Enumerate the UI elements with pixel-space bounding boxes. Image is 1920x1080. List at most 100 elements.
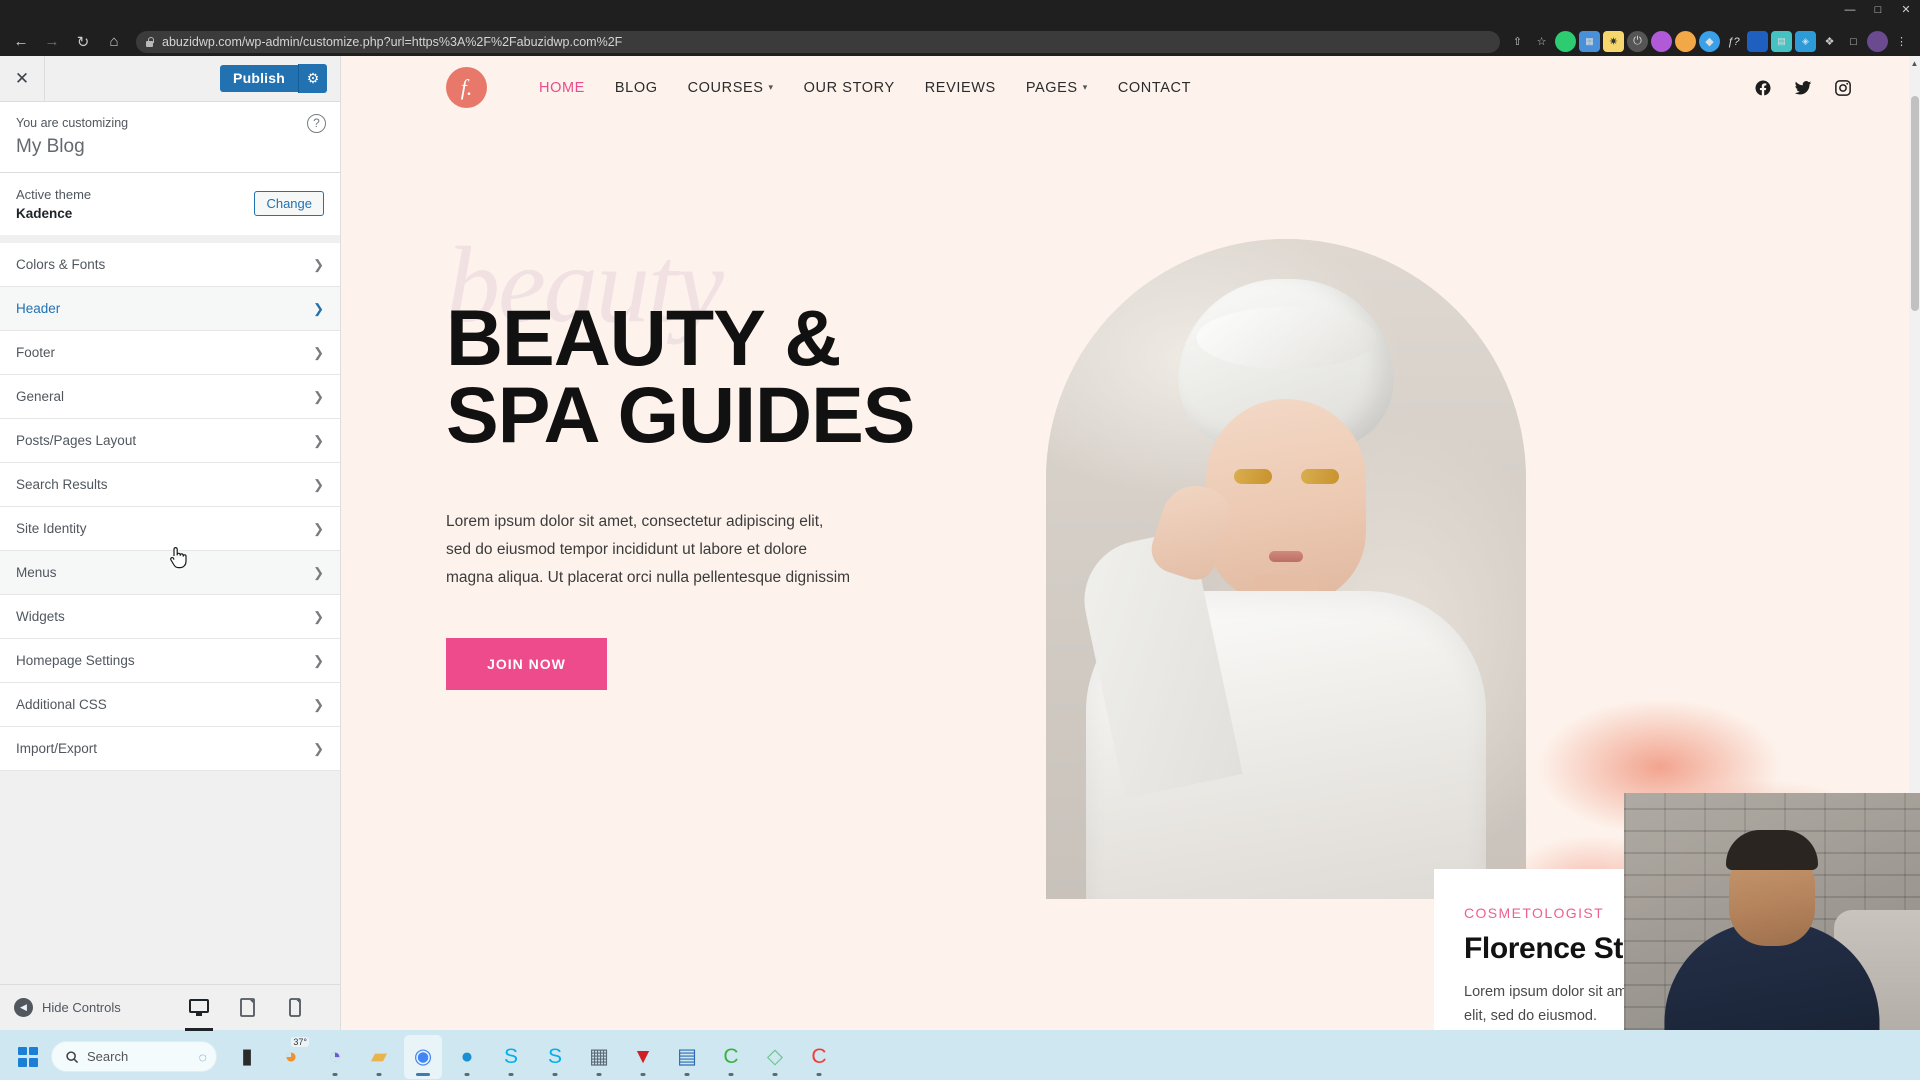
close-customizer-button[interactable]: ✕ xyxy=(0,56,45,101)
panel-item-widgets[interactable]: Widgets ❯ xyxy=(0,595,340,639)
extension-icon-5[interactable] xyxy=(1651,31,1672,52)
taskbar-edge-icon[interactable]: ● xyxy=(448,1035,486,1079)
publish-button[interactable]: Publish xyxy=(220,65,298,92)
hero-title: BEAUTY & SPA GUIDES xyxy=(446,298,1086,460)
extension-icon-11[interactable]: ◈ xyxy=(1795,31,1816,52)
extension-icon-4[interactable]: ⏻ xyxy=(1627,31,1648,52)
mobile-preview-icon[interactable] xyxy=(278,991,312,1025)
copilot-icon[interactable]: ◌ xyxy=(199,1049,207,1065)
gear-icon[interactable]: ⚙ xyxy=(298,64,327,93)
url-text: abuzidwp.com/wp-admin/customize.php?url=… xyxy=(162,34,623,49)
nav-item-home[interactable]: HOME xyxy=(539,80,585,96)
maximize-button[interactable]: □ xyxy=(1872,4,1884,16)
share-icon[interactable]: ⇧ xyxy=(1507,31,1528,52)
panel-item-homepage-settings[interactable]: Homepage Settings ❯ xyxy=(0,639,340,683)
theme-name: Kadence xyxy=(16,206,73,221)
panel-item-label: Colors & Fonts xyxy=(16,257,106,272)
address-bar[interactable]: abuzidwp.com/wp-admin/customize.php?url=… xyxy=(136,30,1500,53)
extension-icon-10[interactable]: ▤ xyxy=(1771,31,1792,52)
mouse-cursor xyxy=(170,547,187,569)
panel-item-label: Footer xyxy=(16,345,56,360)
chevron-right-icon: ❯ xyxy=(313,344,324,360)
nav-item-contact[interactable]: CONTACT xyxy=(1118,80,1191,96)
panel-item-general[interactable]: General ❯ xyxy=(0,375,340,419)
chrome-menu-icon[interactable]: ⋮ xyxy=(1891,31,1912,52)
tablet-preview-icon[interactable] xyxy=(230,991,264,1025)
scrollbar-thumb[interactable] xyxy=(1911,96,1919,311)
profile-avatar-icon[interactable] xyxy=(1867,31,1888,52)
hide-controls-button[interactable]: ◀ Hide Controls xyxy=(14,998,121,1017)
instagram-icon[interactable] xyxy=(1834,79,1852,97)
chevron-right-icon: ❯ xyxy=(313,652,324,668)
facebook-icon[interactable] xyxy=(1754,79,1772,97)
running-indicator xyxy=(464,1072,470,1076)
nav-item-courses[interactable]: COURSES ▾ xyxy=(688,80,774,96)
extensions-bar: ⇧ ☆ ▦ ✷ ⏻ ◆ ƒ? ▤ ◈ ❖ □ ⋮ xyxy=(1507,31,1914,52)
chevron-right-icon: ❯ xyxy=(313,564,324,580)
site-logo[interactable]: f. xyxy=(446,67,487,108)
twitter-icon[interactable] xyxy=(1794,79,1812,97)
panel-item-colors-fonts[interactable]: Colors & Fonts ❯ xyxy=(0,243,340,287)
taskbar-skype-icon[interactable]: S xyxy=(492,1035,530,1079)
taskbar-chrome-icon[interactable]: ◉ xyxy=(404,1034,442,1079)
panel-item-label: Additional CSS xyxy=(16,697,107,712)
taskbar-shield-icon[interactable]: ▼ xyxy=(624,1035,662,1079)
extension-icon-13[interactable]: □ xyxy=(1843,31,1864,52)
home-icon[interactable]: ⌂ xyxy=(99,29,129,55)
reload-icon[interactable]: ↻ xyxy=(68,29,98,55)
bookmark-star-icon[interactable]: ☆ xyxy=(1531,31,1552,52)
close-window-button[interactable]: ✕ xyxy=(1900,4,1912,16)
running-indicator xyxy=(640,1072,646,1076)
desktop-preview-icon[interactable] xyxy=(182,991,216,1031)
taskbar-diamond-icon[interactable]: ◇ xyxy=(756,1035,794,1079)
running-indicator xyxy=(596,1072,602,1076)
extension-icon-12[interactable]: ❖ xyxy=(1819,31,1840,52)
extension-icon-8[interactable]: ƒ? xyxy=(1723,31,1744,52)
panel-item-search-results[interactable]: Search Results ❯ xyxy=(0,463,340,507)
taskbar-file-explorer-dark-icon[interactable]: ▮ xyxy=(228,1035,266,1079)
forward-arrow-icon[interactable]: → xyxy=(37,29,67,55)
panel-item-footer[interactable]: Footer ❯ xyxy=(0,331,340,375)
extension-icon-6[interactable] xyxy=(1675,31,1696,52)
taskbar-notes-icon[interactable]: ▤ xyxy=(668,1035,706,1079)
hero-photo xyxy=(1046,239,1526,899)
taskbar-folder-icon[interactable]: ▰ xyxy=(360,1035,398,1079)
panel-item-header[interactable]: Header ❯ xyxy=(0,287,340,331)
nav-item-label: COURSES xyxy=(687,79,764,96)
customizing-label: You are customizing xyxy=(16,116,129,130)
extension-icon-7[interactable]: ◆ xyxy=(1699,31,1720,52)
taskbar-search-input[interactable]: Search ◌ xyxy=(51,1041,217,1072)
back-arrow-icon[interactable]: ← xyxy=(6,29,36,55)
extension-icon-1[interactable] xyxy=(1555,31,1576,52)
extension-icon-3[interactable]: ✷ xyxy=(1603,31,1624,52)
taskbar-calculator-icon[interactable]: ▦ xyxy=(580,1035,618,1079)
zoom-icon: ◔ xyxy=(328,1044,342,1068)
panel-item-import-export[interactable]: Import/Export ❯ xyxy=(0,727,340,771)
taskbar-zoom-icon[interactable]: ◔ xyxy=(316,1035,354,1079)
panel-item-site-identity[interactable]: Site Identity ❯ xyxy=(0,507,340,551)
nav-item-label: BLOG xyxy=(614,79,658,96)
taskbar-weather-icon[interactable]: ◕ 37° xyxy=(272,1035,310,1079)
browser-toolbar: ← → ↻ ⌂ abuzidwp.com/wp-admin/customize.… xyxy=(0,27,1920,56)
file-explorer-dark-icon: ▮ xyxy=(241,1045,253,1068)
nav-item-reviews[interactable]: REVIEWS xyxy=(925,80,996,96)
taskbar-calendar-green-icon[interactable]: C xyxy=(712,1035,750,1079)
help-icon[interactable]: ? xyxy=(307,114,326,133)
nav-item-our-story[interactable]: OUR STORY xyxy=(804,80,895,96)
hero-title-line2: SPA GUIDES xyxy=(446,370,915,460)
extension-icon-2[interactable]: ▦ xyxy=(1579,31,1600,52)
extension-icon-9[interactable] xyxy=(1747,31,1768,52)
chevron-right-icon: ❯ xyxy=(313,740,324,756)
taskbar-camtasia-icon[interactable]: C xyxy=(800,1035,838,1079)
chevron-right-icon: ❯ xyxy=(313,388,324,404)
nav-item-blog[interactable]: BLOG xyxy=(615,80,658,96)
panel-item-additional-css[interactable]: Additional CSS ❯ xyxy=(0,683,340,727)
nav-item-label: CONTACT xyxy=(1117,79,1192,96)
nav-item-pages[interactable]: PAGES ▾ xyxy=(1026,80,1088,96)
taskbar-skype-alt-icon[interactable]: S xyxy=(536,1035,574,1079)
change-theme-button[interactable]: Change xyxy=(254,191,324,217)
panel-item-posts-pages-layout[interactable]: Posts/Pages Layout ❯ xyxy=(0,419,340,463)
windows-start-icon[interactable] xyxy=(10,1039,46,1075)
join-now-button[interactable]: JOIN NOW xyxy=(446,638,607,691)
minimize-button[interactable]: — xyxy=(1844,4,1856,16)
